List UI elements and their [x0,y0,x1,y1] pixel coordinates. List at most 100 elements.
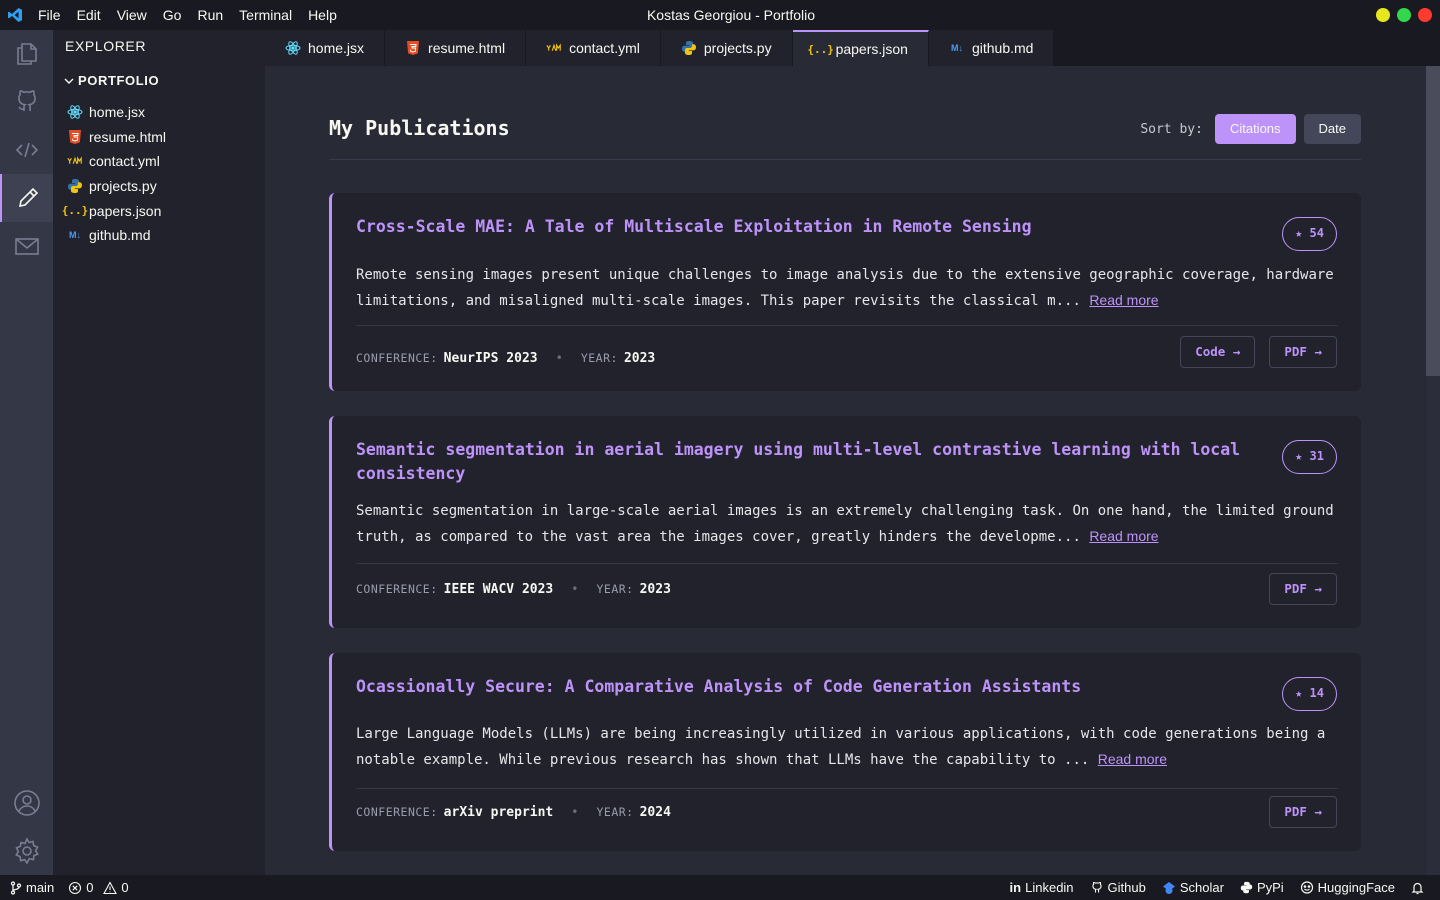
link-label: PyPi [1256,880,1284,895]
year-value: 2024 [639,804,671,820]
pypi-link[interactable]: PyPi [1240,880,1284,895]
file-label: contact.yml [89,153,160,170]
abstract-text: Semantic segmentation in large-scale aer… [356,503,1334,545]
paper-abstract: Semantic segmentation in large-scale aer… [356,499,1346,549]
link-label: Github [1107,880,1146,895]
file-papers-json[interactable]: {..} papers.json [61,198,166,223]
notifications-button[interactable] [1411,881,1424,895]
huggingface-link[interactable]: HuggingFace [1300,880,1395,895]
close-button[interactable] [1418,8,1432,22]
sort-controls: Sort by: Citations Date [1140,114,1361,144]
file-github-md[interactable]: M↓ github.md [67,223,166,248]
settings-icon [14,837,39,865]
file-label: resume.html [89,128,167,145]
paper-actions: PDF → [1269,573,1337,605]
mail-activity-button[interactable] [0,222,53,270]
tab-resume-html[interactable]: resume.html [385,30,527,66]
yaml-icon [546,40,562,56]
linkedin-link[interactable]: in Linkedin [1010,880,1074,895]
pdf-button[interactable]: PDF → [1269,336,1337,368]
paper-title[interactable]: Cross-Scale MAE: A Tale of Multiscale Ex… [356,215,1268,239]
vertical-scrollbar[interactable] [1426,66,1440,875]
github-icon [17,90,36,111]
abstract-text: Large Language Models (LLMs) are being i… [356,726,1326,768]
files-icon [16,43,37,65]
pencil-icon [18,187,38,208]
link-label: Scholar [1179,880,1224,895]
scholar-link[interactable]: Scholar [1162,880,1224,895]
paper-title[interactable]: Ocassionally Secure: A Comparative Analy… [356,675,1268,699]
file-label: home.jsx [89,104,146,121]
read-more-link[interactable]: Read more [1089,292,1158,308]
menu-edit[interactable]: Edit [69,0,109,30]
year-value: 2023 [623,350,656,366]
explorer-activity-button[interactable] [0,30,53,78]
settings-activity-button[interactable] [0,827,53,875]
folder-portfolio[interactable]: PORTFOLIO [63,73,159,88]
error-icon [69,881,82,894]
markdown-icon: M↓ [69,230,81,241]
menu-file[interactable]: File [30,0,69,30]
card-divider [356,788,1338,789]
conference-label: CONFERENCE: [356,805,438,819]
file-resume-html[interactable]: resume.html [67,125,166,150]
github-link[interactable]: Github [1090,880,1146,895]
json-icon: {..} [61,204,89,218]
paper-title[interactable]: Semantic segmentation in aerial imagery … [356,438,1268,486]
react-icon [285,40,301,56]
problems-indicator[interactable]: 0 0 [68,880,129,895]
html5-icon [405,40,421,56]
branch-name: main [26,880,55,895]
vscode-logo-icon [0,0,30,30]
tab-github-md[interactable]: M↓ github.md [928,30,1055,66]
conference-label: CONFERENCE: [356,582,438,596]
read-more-link[interactable]: Read more [1089,528,1158,544]
title-bar: File Edit View Go Run Terminal Help Kost… [0,0,1440,30]
tab-label: github.md [971,40,1034,56]
file-contact-yml[interactable]: contact.yml [67,149,166,174]
editor-tabs: home.jsx resume.html contact.yml project… [265,30,1440,67]
conference-value: IEEE WACV 2023 [443,581,554,597]
tab-contact-yml[interactable]: contact.yml [526,30,661,66]
paper-meta: CONFERENCE: arXiv preprint • YEAR: 2024 [356,797,671,827]
sort-date-button[interactable]: Date [1303,114,1361,144]
menu-view[interactable]: View [109,0,155,30]
explorer-title: EXPLORER [65,38,147,54]
tab-projects-py[interactable]: projects.py [660,30,793,66]
account-icon [13,790,40,816]
menu-go[interactable]: Go [155,0,190,30]
file-home-jsx[interactable]: home.jsx [67,100,166,125]
tab-home-jsx[interactable]: home.jsx [265,30,386,66]
code-icon [15,142,38,158]
pdf-button[interactable]: PDF → [1269,796,1337,828]
conference-value: arXiv preprint [443,804,554,820]
menu-terminal[interactable]: Terminal [231,0,300,30]
github-activity-button[interactable] [0,78,53,126]
editor-content: My Publications Sort by: Citations Date … [265,66,1440,875]
warning-count: 0 [121,880,129,895]
scrollbar-thumb[interactable] [1426,66,1440,376]
branch-indicator[interactable]: main [10,880,54,895]
tab-label: resume.html [428,40,506,56]
python-icon [681,40,697,56]
account-activity-button[interactable] [0,779,53,827]
maximize-button[interactable] [1397,8,1411,22]
folder-label: PORTFOLIO [78,73,160,88]
code-activity-button[interactable] [0,126,53,174]
paper-card: Semantic segmentation in aerial imagery … [329,416,1361,628]
explorer-sidebar: EXPLORER PORTFOLIO home.jsx resume.html … [53,30,265,875]
file-projects-py[interactable]: projects.py [67,174,166,199]
menu-run[interactable]: Run [189,0,231,30]
tab-papers-json[interactable]: {..} papers.json [792,30,929,66]
read-more-link[interactable]: Read more [1098,751,1167,767]
meta-separator: • [555,351,563,365]
scholar-icon [1162,881,1175,894]
menu-help[interactable]: Help [300,0,345,30]
blog-activity-button[interactable] [0,174,53,222]
yaml-icon [67,153,83,169]
minimize-button[interactable] [1376,8,1390,22]
sort-citations-button[interactable]: Citations [1214,114,1296,144]
code-button[interactable]: Code → [1180,336,1256,368]
pdf-button[interactable]: PDF → [1269,573,1337,605]
paper-card: Ocassionally Secure: A Comparative Analy… [329,653,1361,851]
